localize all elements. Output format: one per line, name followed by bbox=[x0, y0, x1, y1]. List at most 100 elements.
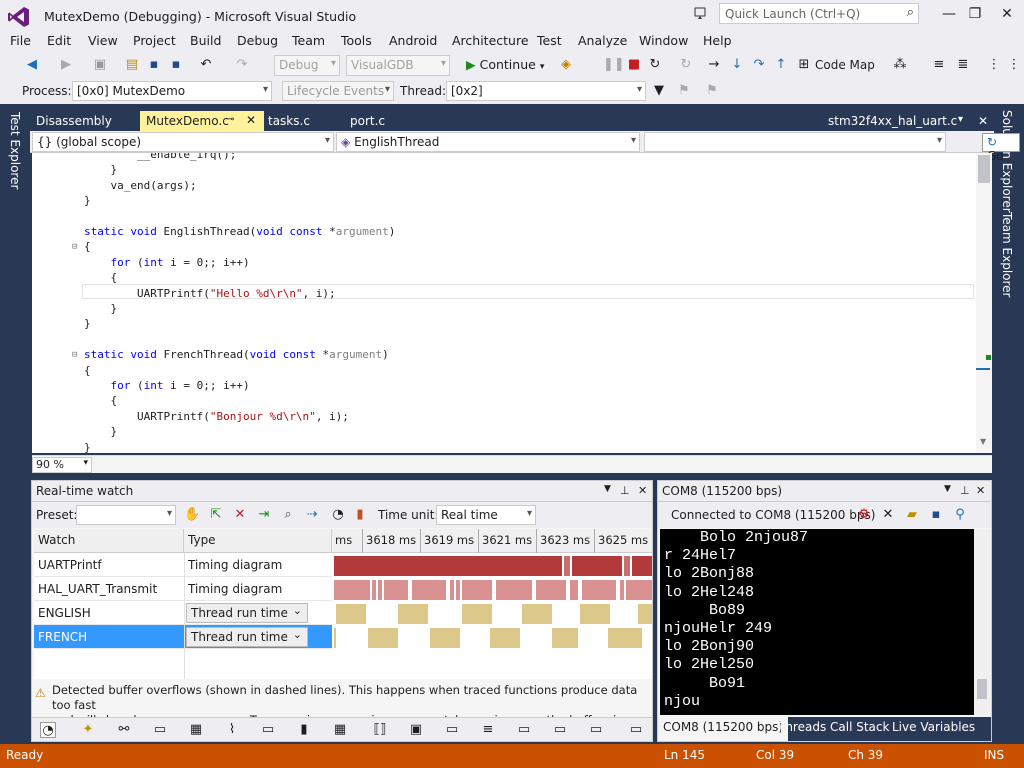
watch-row[interactable]: ENGLISH Thread run time bbox=[34, 601, 332, 625]
realtime-watch-tab-icon[interactable]: ◔ bbox=[40, 722, 56, 738]
thread-select[interactable]: [0x2] bbox=[446, 81, 646, 101]
code-line[interactable]: } bbox=[84, 193, 91, 208]
menu-architecture[interactable]: Architecture bbox=[452, 33, 529, 48]
go-to-end-icon[interactable]: ⇢ bbox=[304, 507, 320, 523]
clear-icon[interactable]: ✕ bbox=[880, 507, 896, 523]
type-column-header[interactable]: Type bbox=[184, 529, 332, 553]
dropdown-icon[interactable]: ▼ bbox=[604, 484, 611, 494]
toolbar-options-icon[interactable]: ⋮ bbox=[1006, 57, 1022, 73]
code-line[interactable]: __enable_irq(); bbox=[84, 153, 236, 162]
code-line[interactable]: } bbox=[84, 424, 117, 439]
menu-team[interactable]: Team bbox=[292, 33, 325, 48]
stopwatch-icon[interactable]: ◔ bbox=[330, 507, 346, 523]
undo-icon[interactable]: ↶ bbox=[198, 57, 214, 73]
code-line[interactable]: } bbox=[84, 316, 91, 331]
minimize-button[interactable]: — bbox=[936, 4, 962, 24]
type-select[interactable]: Thread run time bbox=[186, 603, 308, 623]
code-line[interactable]: va_end(args); bbox=[84, 178, 196, 193]
watch-column-header[interactable]: Watch bbox=[34, 529, 184, 553]
filter-icon[interactable]: ▼ bbox=[651, 83, 667, 99]
save-log-icon[interactable]: ▪ bbox=[928, 507, 944, 523]
process-select[interactable]: [0x0] MutexDemo bbox=[72, 81, 272, 101]
feedback-flag-icon[interactable] bbox=[694, 6, 710, 22]
close-tab-icon[interactable]: ✕ bbox=[246, 113, 256, 127]
code-line[interactable]: for (int i = 0;; i++) bbox=[84, 255, 250, 270]
menu-tools[interactable]: Tools bbox=[341, 33, 372, 48]
tab-mutexdemo-c[interactable]: MutexDemo.c ⊸ ✕ bbox=[140, 111, 264, 132]
pause-icon[interactable]: ❚❚ bbox=[603, 57, 625, 73]
test-explorer-tab[interactable]: Test Explorer bbox=[8, 112, 22, 189]
menu-debug[interactable]: Debug bbox=[237, 33, 278, 48]
step-over-icon[interactable]: ↷ bbox=[751, 57, 767, 73]
menu-file[interactable]: File bbox=[10, 33, 31, 48]
maximize-button[interactable]: ❐ bbox=[962, 4, 988, 24]
delete-icon[interactable]: ✕ bbox=[232, 507, 248, 523]
extra-select[interactable] bbox=[644, 132, 946, 152]
forward-icon[interactable]: ▶ bbox=[58, 57, 74, 73]
quick-launch-input[interactable]: Quick Launch (Ctrl+Q) ⌕ bbox=[719, 3, 919, 24]
close-button[interactable]: ✕ bbox=[994, 4, 1020, 24]
lifecycle-events-select[interactable]: Lifecycle Events bbox=[282, 81, 394, 101]
pin-icon[interactable]: ⊥ bbox=[960, 484, 970, 497]
code-line[interactable]: { bbox=[84, 393, 117, 408]
menu-test[interactable]: Test bbox=[537, 33, 562, 48]
brackets-icon[interactable]: ⟦⟧ bbox=[372, 722, 388, 738]
table-icon[interactable]: ▦ bbox=[188, 722, 204, 738]
terminal-icon[interactable]: ▭ bbox=[444, 722, 460, 738]
sparkle-icon[interactable]: ✦ bbox=[80, 722, 96, 738]
fold-marker-icon[interactable]: ⊟ bbox=[72, 350, 77, 360]
menu-help[interactable]: Help bbox=[703, 33, 732, 48]
hand-icon[interactable]: ✋ bbox=[184, 507, 200, 523]
new-project-icon[interactable]: ▣ bbox=[92, 57, 108, 73]
options-icon[interactable]: ⚲ bbox=[952, 507, 968, 523]
search-icon[interactable]: ⌕ bbox=[907, 5, 914, 20]
tab-tasks-c[interactable]: tasks.c bbox=[262, 111, 316, 132]
code-editor[interactable]: __enable_irq(); } va_end(args);} static v… bbox=[32, 153, 992, 453]
code-line[interactable]: for (int i = 0;; i++) bbox=[84, 378, 250, 393]
comment-icon[interactable]: ≡ bbox=[931, 57, 947, 73]
code-line[interactable]: } bbox=[84, 440, 91, 453]
terminal-scrollbar[interactable] bbox=[974, 529, 990, 715]
menu-view[interactable]: View bbox=[88, 33, 118, 48]
continue-button[interactable]: ▶ Continue ▾ bbox=[462, 56, 548, 75]
tab-call-stack[interactable]: Call Stack bbox=[830, 720, 889, 734]
memory-icon[interactable]: ▭ bbox=[552, 722, 568, 738]
code-line[interactable]: UARTPrintf("Bonjour %d\r\n", i); bbox=[84, 409, 349, 424]
binoculars-icon[interactable]: ⚯ bbox=[116, 722, 132, 738]
code-line[interactable]: { bbox=[84, 363, 91, 378]
zoom-select[interactable]: 90 % ▾ bbox=[32, 457, 92, 473]
redo-icon[interactable]: ↷ bbox=[234, 57, 250, 73]
list-icon[interactable]: ≡ bbox=[480, 722, 496, 738]
solution-platform-select[interactable]: VisualGDB bbox=[346, 55, 450, 76]
go-button[interactable]: ↻ Go bbox=[982, 133, 1020, 163]
toolbar-overflow-icon[interactable]: ⋮ bbox=[986, 57, 1002, 73]
step-out-icon[interactable]: ↑ bbox=[773, 57, 789, 73]
tab-com8[interactable]: COM8 (115200 bps) bbox=[658, 717, 789, 741]
fold-marker-icon[interactable]: ⊟ bbox=[72, 242, 77, 252]
team-explorer-tab[interactable]: Team Explorer bbox=[1000, 212, 1014, 298]
attach-icon[interactable]: ◈ bbox=[558, 57, 574, 73]
code-line[interactable]: } bbox=[84, 301, 117, 316]
flag-thread-icon[interactable]: ⚑ bbox=[676, 83, 692, 99]
tab-stm32f4xx-hal-uart-c[interactable]: stm32f4xx_hal_uart.c bbox=[822, 111, 963, 132]
tab-list-dropdown-icon[interactable]: ▾ bbox=[952, 111, 969, 132]
restart-icon[interactable]: ↻ bbox=[647, 57, 663, 73]
code-map-icon[interactable]: ⊞ bbox=[796, 57, 812, 73]
timing-diagram[interactable]: ms 3618 ms 3619 ms 3621 ms 3623 ms 3625 … bbox=[332, 529, 652, 679]
code-line[interactable]: } bbox=[84, 162, 117, 177]
pin-icon[interactable]: ⊸ bbox=[226, 114, 234, 125]
code-line[interactable]: static void EnglishThread(void const *ar… bbox=[84, 224, 395, 239]
menu-project[interactable]: Project bbox=[133, 33, 176, 48]
menu-build[interactable]: Build bbox=[190, 33, 221, 48]
console-icon[interactable]: ▣ bbox=[408, 722, 424, 738]
close-panel-icon[interactable]: ✕ bbox=[638, 484, 647, 497]
open-file-icon[interactable]: ▤ bbox=[124, 57, 140, 73]
preset-select[interactable] bbox=[76, 505, 176, 525]
scroll-down-icon[interactable]: ▼ bbox=[980, 437, 986, 446]
watch-row[interactable]: HAL_UART_Transmit Timing diagram bbox=[34, 577, 332, 601]
document-icon[interactable]: ▭ bbox=[260, 722, 276, 738]
menu-edit[interactable]: Edit bbox=[47, 33, 71, 48]
refresh-icon[interactable]: ↻ bbox=[678, 57, 694, 73]
scroll-thumb[interactable] bbox=[977, 679, 987, 699]
watch-row[interactable]: UARTPrintf Timing diagram bbox=[34, 553, 332, 577]
